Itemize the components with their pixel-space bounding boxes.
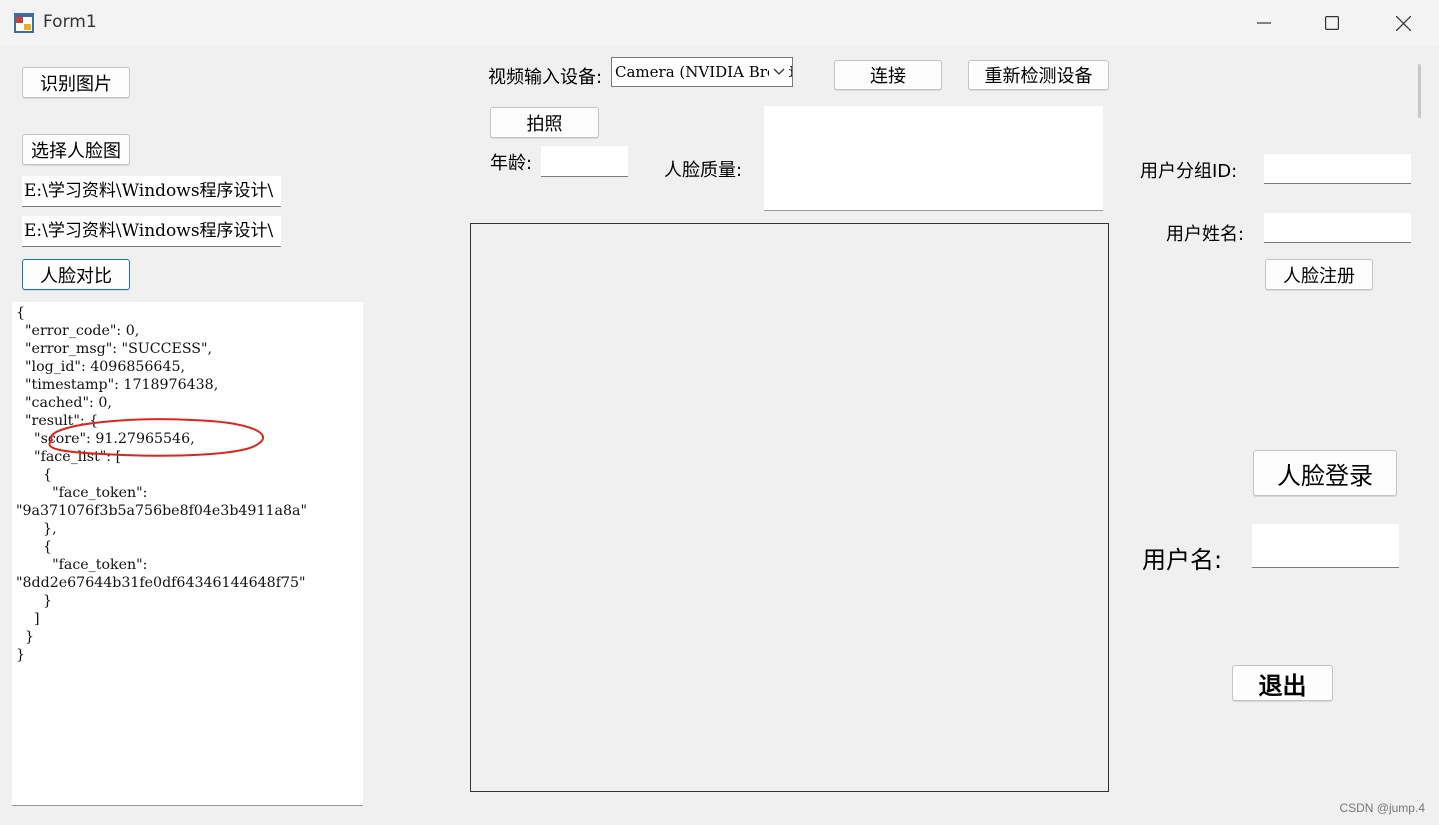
image-path-field-2[interactable]: E:\学习资料\Windows程序设计\ [22,216,281,247]
select-face-image-button[interactable]: 选择人脸图 [22,134,130,165]
result-json-textbox[interactable]: { "error_code": 0, "error_msg": "SUCCESS… [12,302,363,806]
redetect-devices-button[interactable]: 重新检测设备 [968,60,1109,90]
face-compare-button[interactable]: 人脸对比 [22,259,130,290]
face-quality-textbox[interactable] [764,106,1103,211]
watermark: CSDN @jump.4 [1339,801,1425,815]
minimize-button[interactable] [1229,0,1299,46]
image-path-field-1[interactable]: E:\学习资料\Windows程序设计\ [22,176,281,207]
maximize-icon [1325,16,1339,30]
close-button[interactable] [1368,0,1438,46]
score-annotation-circle [48,418,264,457]
user-name-field[interactable] [1264,213,1411,243]
title-bar: Form1 [0,0,1439,46]
app-icon [14,13,34,33]
scrollbar[interactable] [1418,64,1421,118]
minimize-icon [1257,22,1271,24]
user-name-label: 用户姓名: [1166,224,1245,245]
age-label: 年龄: [490,153,533,174]
group-id-label: 用户分组ID: [1140,161,1238,182]
close-icon [1395,15,1411,31]
group-id-field[interactable] [1264,154,1411,184]
maximize-button[interactable] [1297,0,1367,46]
face-quality-label: 人脸质量: [664,160,743,181]
video-device-combo[interactable]: Camera (NVIDIA Broadcast) [611,57,793,87]
face-login-button[interactable]: 人脸登录 [1253,450,1397,496]
age-field[interactable] [541,146,628,177]
chevron-down-icon [769,58,789,86]
video-device-label: 视频输入设备: [488,67,603,88]
username-label: 用户名: [1142,546,1223,574]
exit-button[interactable]: 退出 [1232,665,1333,701]
connect-button[interactable]: 连接 [834,60,942,90]
username-field[interactable] [1252,524,1399,568]
face-register-button[interactable]: 人脸注册 [1265,259,1373,290]
video-preview-panel [470,223,1109,792]
form-client-area: 识别图片 选择人脸图 E:\学习资料\Windows程序设计\ E:\学习资料\… [0,46,1439,825]
window-title: Form1 [43,12,97,32]
recognize-image-button[interactable]: 识别图片 [22,67,130,98]
take-photo-button[interactable]: 拍照 [490,107,599,138]
video-device-selected: Camera (NVIDIA Broadcast) [615,63,792,81]
